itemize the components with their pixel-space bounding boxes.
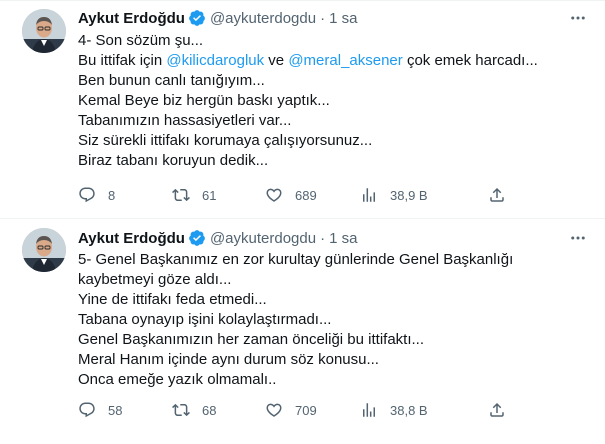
tweet-line: 5- Genel Başkanımız en zor kurultay günl… [78,251,514,268]
reply-button[interactable]: 8 [78,186,115,204]
tweet-line: 4- Son sözüm şu... [78,32,204,49]
verified-badge-icon [189,10,205,26]
author-handle[interactable]: @aykuterdogdu [210,230,316,247]
more-icon[interactable] [569,229,587,247]
like-button[interactable]: 709 [265,401,317,419]
retweet-button[interactable]: 68 [172,401,216,419]
share-icon [490,402,504,417]
tweet[interactable]: Aykut Erdoğdu @aykuterdogdu · 1 sa 5- Ge… [0,218,605,444]
tweet-line: Kemal Beye biz hergün baskı yaptık... [78,92,330,109]
retweet-count: 68 [202,402,217,418]
views-icon [363,403,375,417]
retweet-button[interactable]: 61 [172,186,216,204]
like-icon [266,188,282,202]
tweet-line: Bu ittifak için @kilicdarogluk ve @meral… [78,52,538,69]
reply-count: 8 [108,187,116,203]
tweet-line: Genel Başkanımızın her zaman önceliği bu… [78,331,425,348]
separator-dot: · [320,9,326,27]
author-name[interactable]: Aykut Erdoğdu [78,10,185,27]
like-count: 709 [295,402,317,418]
retweet-icon [172,403,190,417]
tweet-text: 5- Genel Başkanımız en zor kurultay günl… [78,250,583,390]
tweet[interactable]: Aykut Erdoğdu @aykuterdogdu · 1 sa 4- So… [0,0,605,218]
avatar[interactable] [22,228,66,272]
tweet-line: Siz sürekli ittifakı korumaya çalışıyors… [78,132,373,149]
like-button[interactable]: 689 [265,186,317,204]
reply-count: 58 [108,402,123,418]
tweet-line: Onca emeğe yazık olmamalı.. [78,371,277,388]
reply-icon [79,402,95,418]
tweet-line: Tabana oynayıp işini kolaylaştırmadı... [78,311,332,328]
views-button[interactable]: 38,9 B [360,186,428,204]
tweet-text: 4- Son sözüm şu... Bu ittifak için @kili… [78,31,583,171]
tweet-line: kaybetmeyi göze aldı... [78,271,232,288]
avatar[interactable] [22,9,66,53]
like-icon [266,403,282,417]
tweet-line: Yine de ittifakı feda etmedi... [78,291,267,308]
reply-button[interactable]: 58 [78,401,122,419]
tweet-time[interactable]: 1 sa [329,230,357,247]
author-name[interactable]: Aykut Erdoğdu [78,230,185,247]
tweet-actions: 58 68 709 38,8 B [78,400,588,420]
tweet-header: Aykut Erdoğdu @aykuterdogdu · 1 sa [78,228,357,248]
like-count: 689 [295,187,317,203]
views-button[interactable]: 38,8 B [360,401,428,419]
verified-badge-icon [189,230,205,246]
tweet-actions: 8 61 689 38,9 B [78,185,588,205]
share-icon [490,187,504,202]
tweet-line: Biraz tabanı koruyun dedik... [78,152,269,169]
separator-dot: · [320,229,326,247]
view-count: 38,9 B [390,187,428,203]
mention-link[interactable]: @meral_aksener [288,52,402,69]
view-count: 38,8 B [390,402,428,418]
author-handle[interactable]: @aykuterdogdu [210,10,316,27]
tweet-header: Aykut Erdoğdu @aykuterdogdu · 1 sa [78,8,357,28]
tweet-time[interactable]: 1 sa [329,10,357,27]
share-button[interactable] [488,401,506,419]
retweet-count: 61 [202,187,217,203]
tweet-line: Ben bunun canlı tanığıyım... [78,72,265,89]
tweet-line: Meral Hanım içinde aynı durum söz konusu… [78,351,379,368]
share-button[interactable] [488,186,506,204]
views-icon [363,188,375,202]
mention-link[interactable]: @kilicdarogluk [166,52,264,69]
retweet-icon [172,188,190,202]
tweet-line: Tabanımızın hassasiyetleri var... [78,112,292,129]
reply-icon [79,187,95,203]
more-icon[interactable] [569,9,587,27]
